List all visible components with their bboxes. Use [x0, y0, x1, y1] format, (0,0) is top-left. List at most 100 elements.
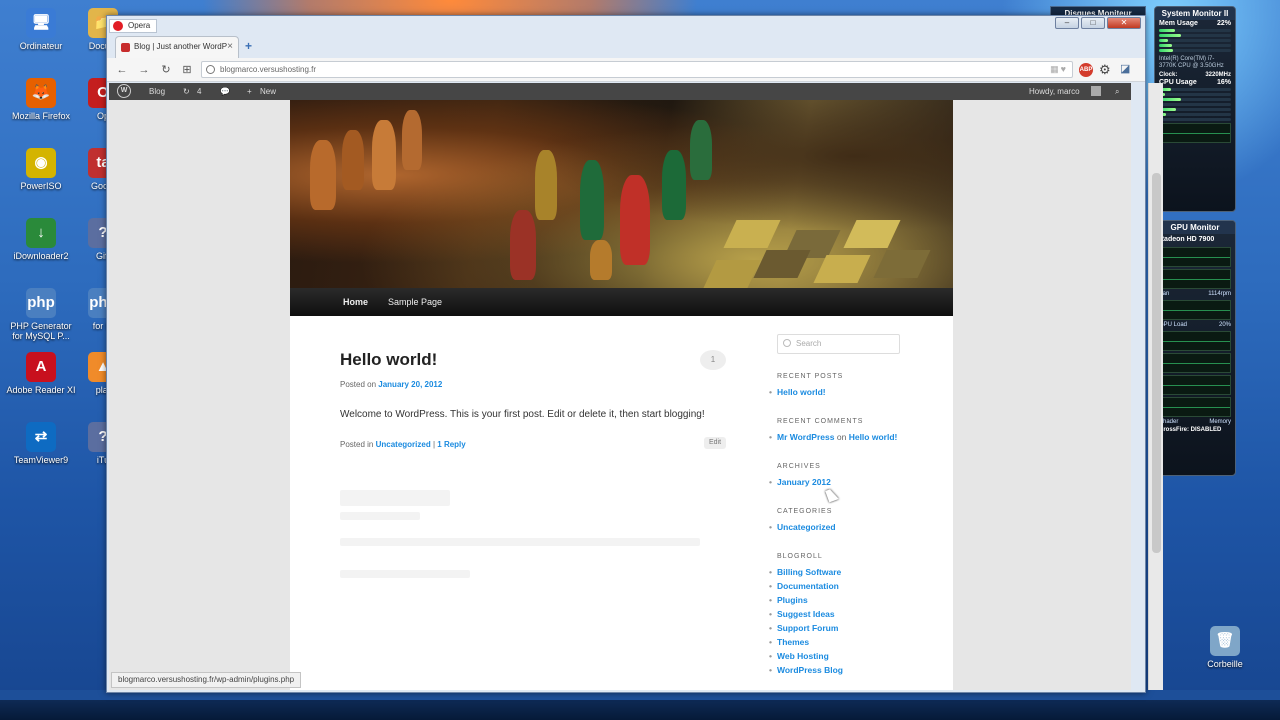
opera-logo-icon — [113, 21, 123, 31]
recent-comment-item: Mr WordPress on Hello world! — [769, 430, 917, 444]
status-bar-url: blogmarco.versushosting.fr/wp-admin/plug… — [111, 672, 302, 688]
bookmark-heart-icon[interactable]: ▦♥ — [1050, 62, 1068, 77]
desktop-icon-ordinateur[interactable]: 🖥 Ordinateur — [6, 8, 76, 51]
menu-item-sample-page[interactable]: Sample Page — [388, 288, 442, 316]
desktop-icon-php-generator-for-mysql-p[interactable]: php PHP Generator for MySQL P... — [6, 288, 76, 341]
comment-author-link[interactable]: Mr WordPress — [777, 432, 834, 442]
sidebar: Search RECENT POSTS Hello world! RECENT … — [769, 334, 917, 677]
updates-icon[interactable]: ↻ — [183, 83, 190, 100]
blogroll-link[interactable]: Billing Software — [769, 565, 917, 579]
avatar[interactable] — [1091, 86, 1101, 96]
wordpress-logo-icon[interactable]: W — [117, 84, 131, 98]
system-monitor-title: System Monitor II — [1155, 7, 1235, 20]
settings-gear-icon[interactable]: ⚙ — [1099, 62, 1111, 78]
blogroll-link[interactable]: Themes — [769, 635, 917, 649]
recent-posts-title: RECENT POSTS — [777, 373, 844, 380]
browser-toolbar: ← → ↻ ⊞ blogmarco.versushosting.fr ▦♥ AB… — [107, 58, 1145, 82]
gpu-name: Radeon HD 7900 — [1159, 236, 1215, 243]
posted-on-label: Posted on — [340, 380, 377, 389]
archives-title: ARCHIVES — [777, 463, 821, 470]
category-link[interactable]: Uncategorized — [376, 440, 431, 449]
site-info-icon[interactable] — [206, 65, 215, 74]
post-meta: Posted on January 20, 2012 — [340, 380, 442, 389]
browser-window: Opera – □ ✕ Blog | Just another WordP × … — [106, 15, 1163, 693]
blogroll-link[interactable]: Suggest Ideas — [769, 607, 917, 621]
cpu-graph — [1159, 123, 1231, 143]
reply-link[interactable]: 1 Reply — [437, 440, 465, 449]
desktop-icon-label: PHP Generator for MySQL P... — [10, 321, 72, 341]
blogroll-link[interactable]: Documentation — [769, 579, 917, 593]
category-sidebar-link[interactable]: Uncategorized — [769, 520, 917, 534]
cpu-usage-value: 16% — [1216, 79, 1231, 86]
fan-value: 1114rpm — [1208, 291, 1231, 297]
edit-post-button[interactable]: Edit — [704, 437, 726, 449]
cpu-name: Intel(R) Core(TM) i7-3770K CPU @ 3.50GHz — [1159, 56, 1224, 69]
admin-bar-blog-link[interactable]: Blog — [149, 83, 165, 100]
close-tab-icon[interactable]: × — [227, 37, 233, 57]
meta-separator: | — [432, 440, 436, 449]
blogroll-link[interactable]: Plugins — [769, 593, 917, 607]
maximize-button[interactable]: □ — [1081, 17, 1105, 29]
search-input[interactable]: Search — [777, 334, 900, 354]
vertical-scrollbar[interactable] — [1148, 83, 1163, 690]
mem-usage-value: 22% — [1216, 20, 1231, 27]
scrollbar-thumb[interactable] — [1152, 173, 1161, 553]
forward-icon[interactable]: → — [137, 63, 151, 77]
menu-item-home[interactable]: Home — [343, 288, 368, 316]
faded-post-body — [340, 538, 700, 546]
blogroll-link[interactable]: Support Forum — [769, 621, 917, 635]
blogroll-title: BLOGROLL — [777, 553, 823, 560]
blogroll-link[interactable]: WordPress Blog — [769, 663, 917, 677]
app-icon: 🗑 — [1210, 626, 1240, 656]
howdy-user[interactable]: Howdy, marco — [1029, 83, 1080, 100]
post-date-link[interactable]: January 20, 2012 — [378, 380, 442, 389]
faded-post-footer — [340, 570, 470, 578]
desktop-icon-teamviewer9[interactable]: ⇄ TeamViewer9 — [6, 422, 76, 465]
tab-favicon-icon — [121, 43, 130, 52]
opera-menu-button[interactable]: Opera — [109, 19, 158, 33]
desktop-icon-adobe-reader-xi[interactable]: A Adobe Reader XI — [6, 352, 76, 395]
blogroll-link[interactable]: Web Hosting — [769, 649, 917, 663]
app-icon: ⇄ — [26, 422, 56, 452]
desktop-icon-idownloader2[interactable]: ↓ iDownloader2 — [6, 218, 76, 261]
post-title[interactable]: Hello world! — [340, 350, 437, 370]
desktop-icon-label: iDownloader2 — [13, 251, 69, 261]
categories-title: CATEGORIES — [777, 508, 833, 515]
updates-count[interactable]: 4 — [197, 83, 201, 100]
back-icon[interactable]: ← — [115, 63, 129, 77]
speed-dial-icon[interactable]: ⊞ — [180, 63, 194, 77]
extension-icon[interactable]: ◪ — [1120, 62, 1130, 75]
comment-post-link[interactable]: Hello world! — [849, 432, 898, 442]
admin-search-icon[interactable]: ⌕ — [1115, 83, 1119, 100]
faded-post-meta — [340, 512, 420, 520]
desktop-icon-corbeille[interactable]: 🗑 Corbeille — [1190, 626, 1260, 669]
posted-in-label: Posted in — [340, 440, 374, 449]
cpu-usage-label: CPU Usage — [1159, 79, 1197, 86]
minimize-button[interactable]: – — [1055, 17, 1079, 29]
clock-value: 3220MHz — [1205, 72, 1231, 78]
close-window-button[interactable]: ✕ — [1107, 17, 1141, 29]
recent-post-link[interactable]: Hello world! — [769, 385, 917, 399]
app-icon: ◉ — [26, 148, 56, 178]
address-bar[interactable]: blogmarco.versushosting.fr ▦♥ — [201, 61, 1073, 78]
desktop-icon-label: TeamViewer9 — [13, 455, 69, 465]
desktop-icon-mozilla-firefox[interactable]: 🦊 Mozilla Firefox — [6, 78, 76, 121]
app-icon: php — [26, 288, 56, 318]
comment-on-label: on — [836, 432, 847, 442]
reload-icon[interactable]: ↻ — [159, 63, 173, 77]
new-tab-button[interactable]: + — [245, 39, 252, 53]
tab-blog[interactable]: Blog | Just another WordP × — [115, 36, 239, 58]
comments-icon[interactable]: 💬 — [220, 83, 230, 100]
desktop-icon-label: Ordinateur — [19, 41, 63, 51]
new-plus-icon[interactable]: + — [247, 83, 252, 100]
comments-bubble[interactable]: 1 — [700, 350, 726, 370]
address-url: blogmarco.versushosting.fr — [220, 65, 317, 74]
app-icon: A — [26, 352, 56, 382]
admin-bar-new-link[interactable]: New — [260, 83, 276, 100]
clock-label: Clock: — [1159, 72, 1178, 78]
archive-link[interactable]: January 2012 — [769, 475, 917, 489]
adblock-plus-icon[interactable]: ABP — [1079, 63, 1093, 77]
post-body: Welcome to WordPress. This is your first… — [340, 409, 705, 420]
header-image — [290, 100, 953, 288]
desktop-icon-poweriso[interactable]: ◉ PowerISO — [6, 148, 76, 191]
